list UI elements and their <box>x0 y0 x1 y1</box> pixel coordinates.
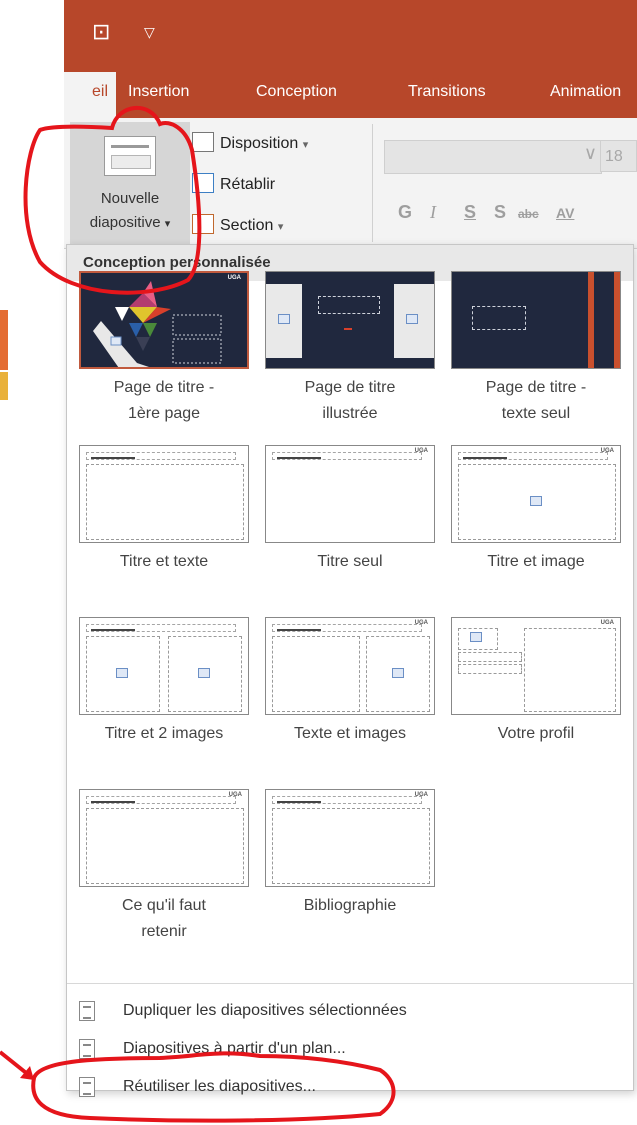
layout-caption: Bibliographie <box>303 897 397 914</box>
image-placeholder-icon <box>530 496 542 506</box>
image-placeholder-icon <box>198 668 210 678</box>
layout-thumbnail <box>265 271 435 369</box>
image-placeholder-icon <box>406 314 418 324</box>
layout-thumbnail: UGA <box>451 445 621 543</box>
uga-logo: UGA <box>600 448 614 454</box>
image-placeholder-icon <box>278 314 290 324</box>
layout-your-profile[interactable]: UGA Votre profil <box>443 617 629 767</box>
outline-slides-icon <box>79 1039 95 1059</box>
layout-caption: Texte et images <box>293 725 407 742</box>
tab-animations[interactable]: Animation <box>550 72 621 118</box>
shadow-button[interactable]: S <box>494 202 506 223</box>
bold-button[interactable]: G <box>398 202 412 223</box>
character-spacing-icon[interactable]: AV <box>556 205 574 221</box>
uga-logo: UGA <box>414 620 428 626</box>
image-placeholder-icon <box>392 668 404 678</box>
layout-caption: Titre et image <box>487 553 585 570</box>
new-slide-dropdown: Conception personnalisée UGA Page de tit… <box>66 244 634 1097</box>
tab-transitions[interactable]: Transitions <box>408 72 486 118</box>
menu-separator <box>67 983 633 984</box>
layout-caption: Page de titre -1ère page <box>113 379 215 422</box>
uga-logo: UGA <box>414 448 428 454</box>
uga-logo: UGA <box>600 620 614 626</box>
uga-logo: UGA <box>414 792 428 798</box>
layout-key-takeaways[interactable]: UGA Ce qu'il faut retenir <box>71 789 257 940</box>
section-button[interactable]: Section ▾ <box>192 213 284 238</box>
chevron-down-icon: ▾ <box>164 218 171 230</box>
triangle-art-icon <box>93 281 222 367</box>
layout-title-first-page[interactable]: UGA Page de titre -1ère page <box>71 271 257 422</box>
tab-accueil[interactable]: eil <box>64 72 116 118</box>
layout-thumbnail: UGA <box>451 617 621 715</box>
layout-title-text-only[interactable]: Page de titre - texte seul <box>443 271 629 422</box>
new-slide-button[interactable]: Nouvelle diapositive ▾ <box>70 122 190 246</box>
reuse-slides-item[interactable]: Réutiliser les diapositives... <box>67 1071 633 1103</box>
layout-thumbnail: UGA <box>79 271 249 369</box>
layout-title-image[interactable]: UGA Titre et image <box>443 445 629 595</box>
background-slide-edge <box>0 310 8 370</box>
layout-thumbnail <box>451 271 621 369</box>
layout-text-images[interactable]: UGA Texte et images <box>257 617 443 767</box>
italic-button[interactable]: I <box>430 202 436 223</box>
slides-from-outline-item[interactable]: Diapositives à partir d'un plan... <box>67 1033 633 1065</box>
section-icon <box>192 213 214 234</box>
layout-caption: Titre et texte <box>119 553 209 570</box>
duplicate-slides-item[interactable]: Dupliquer les diapositives sélectionnées <box>67 995 633 1027</box>
layout-caption: Titre seul <box>317 553 383 570</box>
layout-caption: Votre profil <box>497 725 575 742</box>
layout-title-two-images[interactable]: Titre et 2 images <box>71 617 257 767</box>
chevron-down-icon[interactable]: ∨ <box>584 143 597 164</box>
background-slide-edge <box>0 372 8 400</box>
tab-insertion[interactable]: Insertion <box>128 72 189 118</box>
layout-caption: Page de titre illustrée <box>304 379 396 422</box>
layout-title-text[interactable]: Titre et texte <box>71 445 257 595</box>
slide-thumbnail-strip <box>0 0 64 1125</box>
layout-thumbnail <box>79 445 249 543</box>
tab-conception[interactable]: Conception <box>256 72 337 118</box>
chevron-down-icon: ▾ <box>302 139 309 151</box>
font-name-combobox[interactable]: ∨ <box>384 140 602 174</box>
layout-caption: Page de titre - texte seul <box>485 379 587 422</box>
layout-thumbnail: UGA <box>265 617 435 715</box>
duplicate-slides-icon <box>79 1001 95 1021</box>
new-slide-icon <box>104 136 156 176</box>
new-slide-label: Nouvelle <box>100 190 160 207</box>
layout-title-illustrated[interactable]: Page de titre illustrée <box>257 271 443 422</box>
layout-thumbnail: UGA <box>265 789 435 887</box>
uga-logo: UGA <box>228 792 242 798</box>
layout-thumbnail <box>79 617 249 715</box>
strikethrough-icon[interactable]: abc <box>518 207 539 221</box>
uga-logo: UGA <box>227 275 241 281</box>
layout-caption: Titre et 2 images <box>104 725 224 742</box>
layout-thumbnail: UGA <box>79 789 249 887</box>
new-slide-label-2: diapositive ▾ <box>89 214 171 231</box>
reset-icon <box>192 172 214 193</box>
disposition-button[interactable]: Disposition ▾ <box>192 131 309 156</box>
title-bar: ⊡ ▽ <box>64 0 637 72</box>
layout-thumbnail: UGA <box>265 445 435 543</box>
layout-bibliography[interactable]: UGA Bibliographie <box>257 789 443 939</box>
layout-title-only[interactable]: UGA Titre seul <box>257 445 443 595</box>
customize-toolbar-icon[interactable]: ▽ <box>144 20 155 44</box>
reset-button[interactable]: Rétablir <box>192 172 275 197</box>
chevron-down-icon: ▾ <box>277 221 284 233</box>
image-placeholder-icon <box>116 668 128 678</box>
reuse-slides-icon <box>79 1077 95 1097</box>
underline-button[interactable]: S <box>464 202 476 223</box>
layout-icon <box>192 131 214 152</box>
image-placeholder-icon <box>470 632 482 642</box>
layout-caption: Ce qu'il faut retenir <box>122 897 206 940</box>
present-from-start-icon[interactable]: ⊡ <box>92 20 110 44</box>
font-size-combobox[interactable]: 18 <box>600 140 637 172</box>
ribbon-tabs: eil Insertion Conception Transitions Ani… <box>64 72 637 118</box>
ribbon-divider <box>372 124 373 242</box>
